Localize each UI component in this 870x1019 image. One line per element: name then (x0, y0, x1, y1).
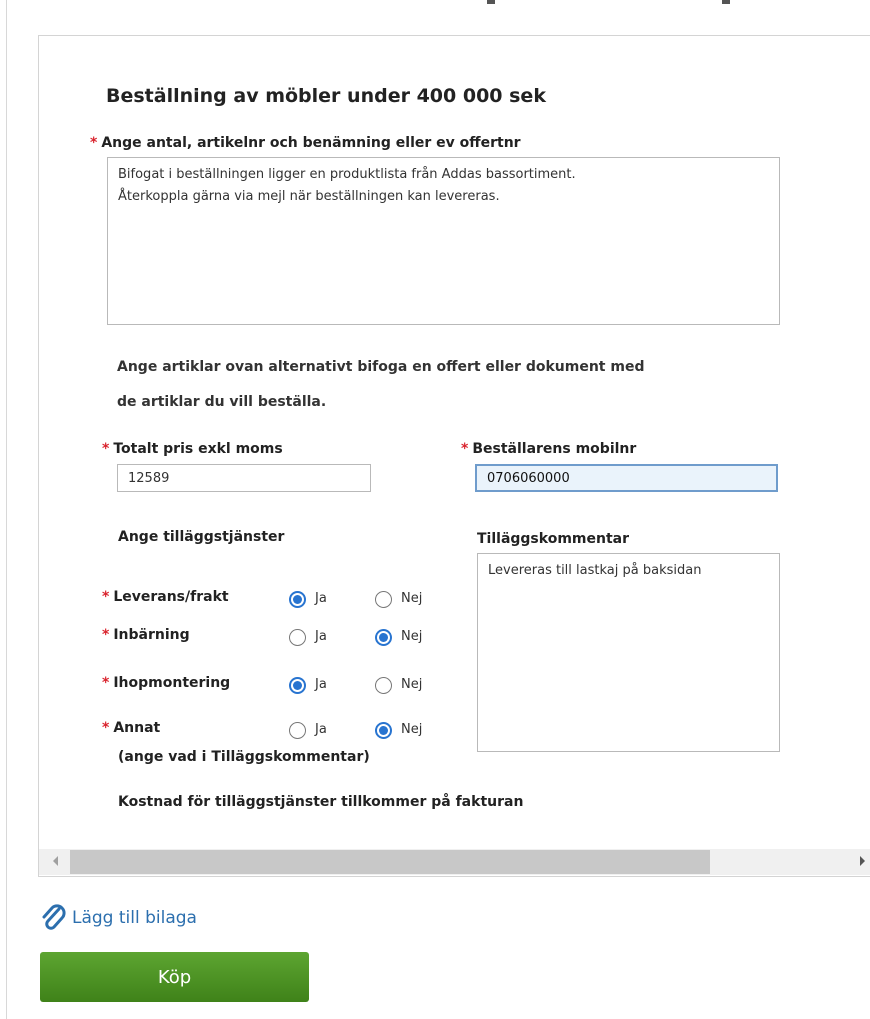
scroll-left-arrow-icon[interactable] (53, 856, 58, 866)
radio-no-label: Nej (401, 722, 423, 737)
radio-no-label: Nej (401, 629, 423, 644)
required-mark: * (102, 441, 110, 457)
service-label: * Inbärning (102, 627, 190, 643)
radio-yes-2[interactable] (289, 677, 306, 694)
top-mark (487, 0, 495, 4)
articles-textarea[interactable]: Bifogat i beställningen ligger en produk… (107, 157, 780, 325)
required-mark: * (90, 135, 98, 151)
annat-note: (ange vad i Tilläggskommentar) (118, 749, 370, 765)
comment-text: Levereras till lastkaj på baksidan (488, 563, 702, 578)
articles-label: * Ange antal, artikelnr och benämning ell… (90, 135, 521, 151)
service-label: * Leverans/frakt (102, 589, 229, 605)
radio-no-label: Nej (401, 591, 423, 606)
scrollbar-thumb[interactable] (70, 850, 710, 874)
required-mark: * (102, 720, 110, 736)
comment-textarea[interactable]: Levereras till lastkaj på baksidan (477, 553, 780, 752)
top-mark (722, 0, 730, 4)
extra-services-heading: Ange tilläggstjänster (118, 529, 285, 545)
required-mark: * (461, 441, 469, 457)
articles-text-line: Återkoppla gärna via mejl när beställnin… (118, 189, 500, 204)
total-price-input[interactable] (117, 464, 371, 492)
info-text: Ange artiklar ovan alternativt bifoga en… (117, 359, 645, 375)
articles-text-line: Bifogat i beställningen ligger en produk… (118, 167, 576, 182)
radio-yes-label: Ja (315, 629, 327, 644)
left-border (6, 0, 7, 1019)
radio-yes-label: Ja (315, 591, 327, 606)
service-label: * Ihopmontering (102, 675, 231, 691)
radio-yes-label: Ja (315, 677, 327, 692)
form-title: Beställning av möbler under 400 000 sek (106, 85, 546, 107)
radio-no-3[interactable] (375, 722, 392, 739)
radio-no-1[interactable] (375, 629, 392, 646)
mobile-label: * Beställarens mobilnr (461, 441, 637, 457)
add-attachment-link[interactable]: Lägg till bilaga (40, 903, 197, 933)
radio-yes-3[interactable] (289, 722, 306, 739)
add-attachment-label: Lägg till bilaga (72, 908, 197, 928)
scroll-right-arrow-icon[interactable] (860, 856, 865, 866)
service-label: * Annat (102, 720, 161, 736)
info-text: de artiklar du vill beställa. (117, 394, 327, 410)
radio-yes-0[interactable] (289, 591, 306, 608)
required-mark: * (102, 675, 110, 691)
radio-no-label: Nej (401, 677, 423, 692)
radio-yes-1[interactable] (289, 629, 306, 646)
paperclip-icon (42, 904, 66, 930)
radio-no-2[interactable] (375, 677, 392, 694)
required-mark: * (102, 589, 110, 605)
mobile-input[interactable] (475, 464, 778, 492)
radio-yes-label: Ja (315, 722, 327, 737)
cost-note: Kostnad för tilläggstjänster tillkommer … (118, 794, 524, 810)
total-price-label: * Totalt pris exkl moms (102, 441, 283, 457)
required-mark: * (102, 627, 110, 643)
buy-button[interactable]: Köp (40, 952, 309, 1002)
radio-no-0[interactable] (375, 591, 392, 608)
comment-label: Tilläggskommentar (477, 531, 630, 547)
